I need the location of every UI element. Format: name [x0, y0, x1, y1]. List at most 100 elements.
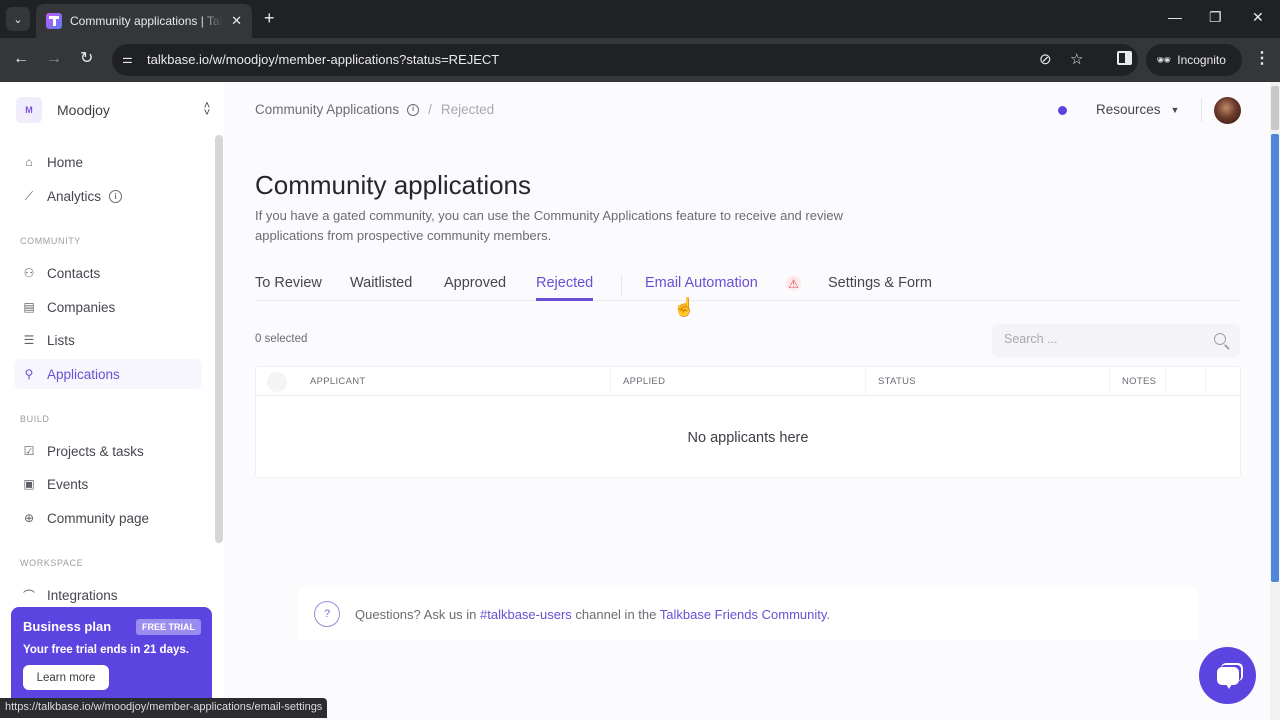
notification-dot[interactable] [1058, 106, 1067, 115]
eye-off-icon[interactable]: ⊘ [1039, 50, 1052, 68]
incognito-badge[interactable]: 🕶 Incognito [1146, 44, 1242, 76]
workspace-switcher[interactable]: M Moodjoy ˄ ˅ [16, 96, 212, 124]
column-applicant[interactable]: APPLICANT [298, 367, 611, 396]
warning-icon: ⚠ [786, 276, 801, 291]
resources-label: Resources [1096, 102, 1161, 117]
column-applied[interactable]: APPLIED [611, 367, 866, 396]
scrollbar-track-top [1271, 86, 1279, 130]
sidebar-item-label: Applications [47, 366, 120, 382]
close-tab-icon[interactable]: ✕ [231, 13, 242, 29]
side-panel-icon[interactable] [1117, 51, 1132, 65]
user-avatar[interactable] [1214, 97, 1241, 124]
help-prefix: Questions? Ask us in [355, 606, 481, 622]
sidebar-item-projects[interactable]: ☑ Projects & tasks [14, 436, 202, 466]
browser-menu-icon[interactable]: ⋮ [1254, 48, 1270, 68]
forward-icon[interactable]: → [46, 50, 62, 68]
column-actions [1166, 367, 1206, 396]
tab-rejected[interactable]: Rejected [536, 275, 594, 301]
incognito-icon: 🕶 [1156, 53, 1172, 67]
list-icon: ☰ [23, 333, 35, 347]
search-icon[interactable] [1214, 333, 1226, 345]
reload-icon[interactable]: ↻ [80, 50, 93, 68]
search-input[interactable] [1004, 332, 1194, 346]
sidebar-item-companies[interactable]: ▤ Companies [14, 292, 202, 322]
breadcrumb-separator: / [428, 102, 432, 117]
chevron-down-icon: ▼ [1170, 104, 1180, 115]
application-tabs: To Review Waitlisted Approved Rejected E… [255, 272, 1241, 301]
tab-email-automation[interactable]: Email Automation [645, 275, 758, 301]
column-status[interactable]: STATUS [866, 367, 1110, 396]
header-divider [1201, 98, 1202, 122]
sidebar-item-integrations[interactable]: ⌒ Integrations [14, 580, 202, 610]
sidebar-item-contacts[interactable]: ⚇ Contacts [14, 258, 202, 288]
scrollbar-thumb[interactable] [1271, 134, 1279, 582]
plan-card: Business plan FREE TRIAL Your free trial… [11, 607, 212, 707]
select-all-checkbox[interactable] [267, 372, 287, 392]
resources-dropdown[interactable]: Resources ▼ [1096, 102, 1179, 117]
support-chat-button[interactable] [1199, 647, 1256, 704]
selected-count: 0 selected [255, 333, 308, 345]
column-notes[interactable]: NOTES [1110, 367, 1166, 396]
sidebar-item-community-page[interactable]: ⊕ Community page [14, 503, 202, 533]
section-label-community: COMMUNITY [20, 236, 81, 246]
chat-bubble-icon [1216, 666, 1239, 689]
page-viewport: M Moodjoy ˄ ˅ ⌂ Home ⟋ Analytics i COMMUN… [0, 82, 1280, 720]
info-icon[interactable]: i [109, 189, 123, 203]
section-label-workspace: WORKSPACE [20, 558, 84, 568]
minimize-icon[interactable]: — [1168, 9, 1182, 25]
plug-icon: ⌒ [22, 588, 35, 603]
new-tab-icon[interactable]: + [264, 9, 275, 27]
talkbase-friends-community-link[interactable]: Talkbase Friends Community [660, 607, 827, 622]
help-bar: ? Questions? Ask us in #talkbase-users c… [298, 588, 1198, 640]
back-icon[interactable]: ← [13, 50, 29, 68]
browser-tab[interactable]: Community applications | Talkbase ✕ [36, 4, 252, 38]
info-icon[interactable]: i [407, 103, 420, 116]
task-icon: ☑ [23, 444, 35, 458]
page-title: Community applications [255, 170, 532, 200]
talkbase-users-channel-link[interactable]: #talkbase-users [480, 607, 572, 622]
tab-divider [621, 275, 622, 295]
sidebar-item-applications[interactable]: ⚲ Applications [14, 359, 202, 389]
sidebar-item-events[interactable]: ▣ Events [14, 469, 202, 499]
workspace-avatar: M [16, 97, 42, 123]
help-middle: channel in the [571, 606, 660, 622]
search-box [992, 324, 1240, 357]
breadcrumb-community-applications[interactable]: Community Applications [255, 102, 399, 117]
browser-toolbar: ← → ↻ ⚌ talkbase.io/w/moodjoy/member-app… [0, 38, 1280, 82]
tab-search-button[interactable]: ⌄ [6, 7, 30, 31]
breadcrumb: Community Applications i / Rejected [255, 102, 494, 117]
table-header: APPLICANT APPLIED STATUS NOTES [256, 367, 1240, 396]
tab-waitlisted[interactable]: Waitlisted [350, 275, 412, 301]
tab-settings-form[interactable]: Settings & Form [828, 275, 932, 301]
users-icon: ⚇ [23, 266, 35, 280]
tab-approved[interactable]: Approved [444, 275, 506, 301]
free-trial-badge: FREE TRIAL [136, 619, 201, 635]
site-info-icon[interactable]: ⚌ [122, 52, 136, 66]
browser-tabstrip: ⌄ Community applications | Talkbase ✕ + … [0, 0, 1280, 38]
talkbase-favicon-icon [46, 13, 62, 29]
link-status-bar: https://talkbase.io/w/moodjoy/member-app… [0, 698, 328, 718]
sidebar-item-label: Integrations [47, 587, 118, 603]
sidebar-item-home[interactable]: ⌂ Home [14, 147, 202, 177]
help-text: Questions? Ask us in #talkbase-users cha… [355, 607, 830, 622]
sidebar-item-lists[interactable]: ☰ Lists [14, 325, 202, 355]
address-bar[interactable]: ⚌ talkbase.io/w/moodjoy/member-applicati… [112, 44, 1138, 76]
chart-icon: ⟋ [24, 188, 34, 203]
tab-to-review[interactable]: To Review [255, 275, 322, 301]
tab-title: Community applications | Talkbase [70, 14, 223, 28]
page-scrollbar[interactable] [1270, 82, 1280, 720]
help-suffix: . [826, 606, 831, 622]
sidebar-scrollbar[interactable] [215, 135, 223, 543]
hand-pointer-cursor-icon: ☝ [673, 297, 696, 317]
chevron-up-down-icon: ˄ ˅ [203, 100, 211, 119]
sidebar-item-label: Community page [47, 510, 150, 526]
url-text[interactable]: talkbase.io/w/moodjoy/member-application… [147, 52, 499, 67]
page-description: If you have a gated community, you can u… [255, 208, 843, 243]
close-window-icon[interactable]: ✕ [1252, 9, 1264, 26]
learn-more-button[interactable]: Learn more [23, 665, 109, 690]
sidebar-item-label: Companies [47, 299, 116, 315]
sidebar-item-analytics[interactable]: ⟋ Analytics i [14, 181, 202, 211]
bookmark-star-icon[interactable]: ☆ [1070, 50, 1083, 68]
restore-icon[interactable]: ❐ [1209, 9, 1222, 26]
chevron-down-icon: ⌄ [13, 13, 23, 26]
